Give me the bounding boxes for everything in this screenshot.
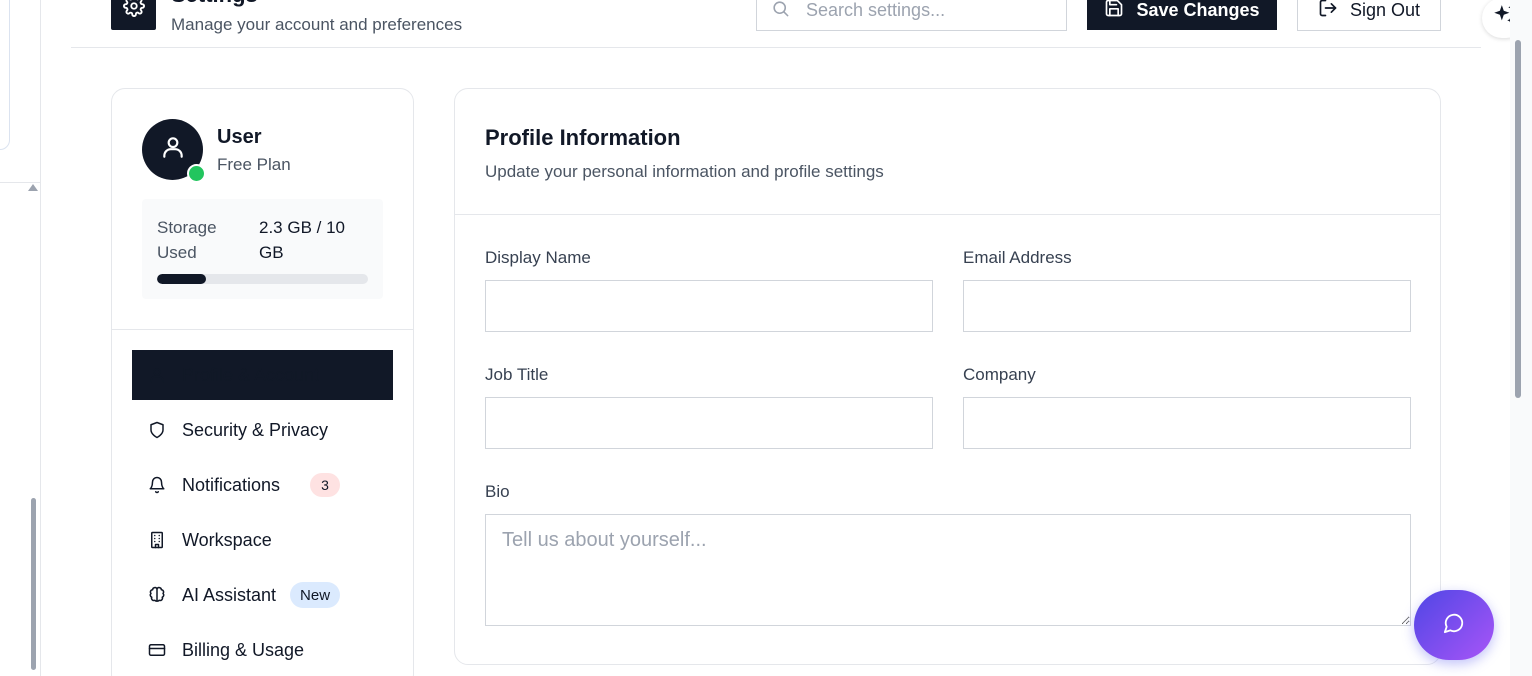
settings-logo (111, 0, 156, 30)
chat-button[interactable] (1414, 590, 1494, 660)
section-title: Profile Information (485, 125, 681, 150)
settings-sidebar: User Free Plan Storage Used 2.3 GB / 10 … (111, 88, 414, 676)
profile-information-panel: Profile Information Update your personal… (454, 88, 1441, 665)
company-label: Company (963, 365, 1036, 384)
nav-item-label: Workspace (182, 529, 272, 550)
shield-icon (148, 421, 166, 439)
job-title-field[interactable] (485, 397, 933, 449)
page-header: Settings Manage your account and prefere… (71, 0, 1481, 48)
notification-count-badge: 3 (310, 473, 341, 497)
new-badge: New (290, 582, 341, 608)
bio-textarea[interactable] (485, 514, 1411, 626)
storage-label: Storage Used (157, 218, 217, 262)
divider (112, 329, 413, 330)
left-scrollbar-thumb[interactable] (31, 498, 36, 670)
company-field[interactable] (963, 397, 1411, 449)
brain-icon (148, 586, 166, 604)
email-field[interactable] (963, 280, 1411, 332)
divider (455, 214, 1440, 215)
online-status-dot (187, 164, 206, 183)
credit-card-icon (148, 641, 166, 659)
nav-item-label: Notifications (182, 474, 281, 495)
search-input[interactable] (806, 0, 1056, 21)
storage-progress-track (157, 274, 368, 284)
nav-item-label: Billing & Usage (182, 639, 305, 660)
app-root: Settings Manage your account and prefere… (0, 0, 1532, 676)
nav-item-label: Security & Privacy (182, 419, 329, 440)
storage-value: 2.3 GB / 10 GB (259, 218, 345, 262)
save-changes-button[interactable]: Save Changes (1087, 0, 1277, 30)
job-title-label: Job Title (485, 365, 549, 384)
search-box (756, 0, 1067, 31)
storage-card: Storage Used 2.3 GB / 10 GB (142, 199, 383, 299)
display-name-label: Display Name (485, 248, 591, 267)
scroll-up-arrow-icon[interactable] (28, 184, 38, 191)
gear-icon (122, 0, 145, 22)
settings-nav: Profile & Account Security & Privacy Not… (132, 350, 393, 676)
bell-icon (148, 476, 166, 494)
page-subtitle: Manage your account and preferences (171, 15, 463, 34)
divider (0, 182, 40, 183)
save-icon (1104, 0, 1124, 23)
chat-bubble-icon (1443, 612, 1465, 639)
sign-out-button[interactable]: Sign Out (1297, 0, 1441, 31)
save-changes-label: Save Changes (1136, 0, 1260, 20)
nav-item-billing-usage[interactable]: Billing & Usage (132, 625, 393, 675)
page-title: Settings (171, 0, 258, 8)
section-subtitle: Update your personal information and pro… (485, 162, 884, 181)
search-icon (771, 0, 790, 23)
storage-progress-fill (157, 274, 206, 284)
nav-item-notifications[interactable]: Notifications 3 (132, 460, 393, 510)
user-plan: Free Plan (217, 155, 291, 174)
sign-out-label: Sign Out (1349, 0, 1421, 20)
nav-item-security-privacy[interactable]: Security & Privacy (132, 405, 393, 455)
nav-item-workspace[interactable]: Workspace (132, 515, 393, 565)
display-name-field[interactable] (485, 280, 933, 332)
page-scrollbar[interactable] (1510, 0, 1532, 676)
logout-icon (1318, 0, 1338, 23)
left-host-strip (0, 0, 41, 676)
building-icon (148, 531, 166, 549)
page-scrollbar-thumb[interactable] (1515, 40, 1521, 398)
bio-label: Bio (485, 482, 510, 501)
nav-item-ai-assistant[interactable]: AI Assistant New (132, 570, 393, 620)
nav-item-profile-account[interactable]: Profile & Account (132, 350, 393, 400)
nav-item-label: Profile & Account (182, 364, 320, 385)
user-icon (160, 134, 186, 165)
nav-item-label: AI Assistant (182, 584, 277, 605)
user-name: User (217, 126, 262, 148)
email-address-label: Email Address (963, 248, 1072, 267)
user-icon (148, 366, 166, 384)
host-card-edge (0, 0, 10, 150)
